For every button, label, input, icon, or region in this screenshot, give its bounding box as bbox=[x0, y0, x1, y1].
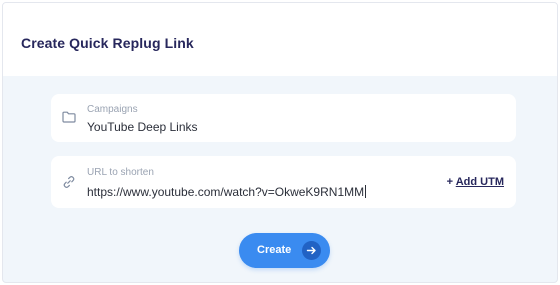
url-field: URL to shorten https://www.youtube.com/w… bbox=[51, 156, 516, 208]
dialog: Create Quick Replug Link Campaigns YouTu… bbox=[2, 2, 558, 283]
add-utm-prefix: + bbox=[446, 176, 456, 188]
create-button[interactable]: Create bbox=[239, 233, 330, 268]
campaign-value: YouTube Deep Links bbox=[87, 120, 198, 134]
url-input-text: https://www.youtube.com/watch?v=OkweK9RN… bbox=[87, 185, 365, 199]
dialog-title: Create Quick Replug Link bbox=[21, 35, 194, 51]
url-label: URL to shorten bbox=[87, 167, 154, 178]
campaign-label: Campaigns bbox=[87, 104, 138, 115]
link-icon bbox=[61, 174, 77, 190]
text-caret bbox=[365, 185, 367, 198]
add-utm-link[interactable]: + Add UTM bbox=[447, 176, 504, 188]
add-utm-label: Add UTM bbox=[455, 176, 504, 188]
folder-icon bbox=[61, 109, 77, 125]
campaign-select[interactable]: Campaigns YouTube Deep Links bbox=[51, 94, 516, 142]
dialog-header: Create Quick Replug Link bbox=[3, 3, 557, 76]
arrow-right-icon bbox=[302, 241, 321, 260]
url-input[interactable]: https://www.youtube.com/watch?v=OkweK9RN… bbox=[87, 185, 387, 201]
create-button-label: Create bbox=[257, 244, 292, 256]
